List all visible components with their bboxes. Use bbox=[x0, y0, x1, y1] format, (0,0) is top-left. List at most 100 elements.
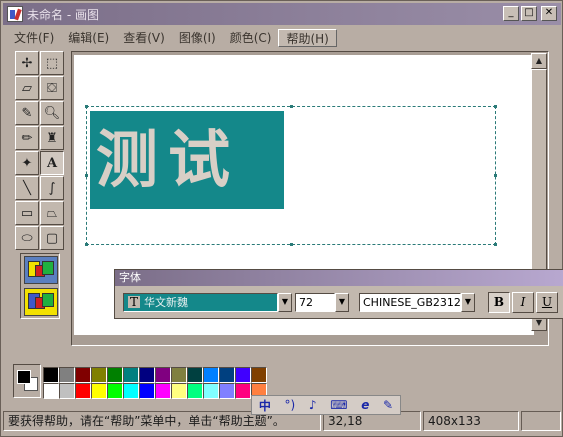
palette-swatch[interactable] bbox=[75, 383, 91, 399]
palette-swatch[interactable] bbox=[43, 367, 59, 383]
ime-toolbar[interactable]: 中 °) ♪ ⌨ e ✎ bbox=[251, 395, 401, 415]
font-name-value: 华文新魏 bbox=[144, 296, 188, 309]
ime-halfwidth-icon[interactable]: °) bbox=[285, 398, 296, 412]
menu-colors[interactable]: 颜色(C) bbox=[223, 29, 279, 47]
ime-mode-indicator[interactable]: 中 bbox=[259, 397, 271, 414]
resize-handle[interactable] bbox=[85, 174, 88, 177]
eraser-tool[interactable]: ▱ bbox=[15, 76, 39, 100]
palette-swatch[interactable] bbox=[171, 367, 187, 383]
color-palette bbox=[13, 364, 273, 400]
maximize-button[interactable]: □ bbox=[521, 6, 537, 21]
minimize-button[interactable]: _ bbox=[503, 6, 519, 21]
palette-swatch[interactable] bbox=[107, 383, 123, 399]
palette-swatch[interactable] bbox=[59, 383, 75, 399]
pencil-tool[interactable]: ✏ bbox=[15, 126, 39, 150]
palette-swatch[interactable] bbox=[75, 367, 91, 383]
palette-swatch[interactable] bbox=[203, 367, 219, 383]
charset-select[interactable]: CHINESE_GB2312 bbox=[359, 293, 461, 312]
polygon-tool[interactable]: ⏢ bbox=[40, 201, 64, 225]
underline-button[interactable]: U bbox=[536, 292, 558, 313]
foreground-color[interactable] bbox=[17, 370, 31, 384]
menu-view[interactable]: 查看(V) bbox=[116, 29, 172, 47]
palette-swatch[interactable] bbox=[187, 383, 203, 399]
title-bar[interactable]: 未命名 - 画图 _ □ ✕ bbox=[3, 3, 561, 25]
text-tool[interactable]: A bbox=[40, 151, 64, 175]
brush-tool[interactable]: ♜ bbox=[40, 126, 64, 150]
rectangle-icon: ▭ bbox=[20, 205, 34, 221]
palette-swatch[interactable] bbox=[235, 367, 251, 383]
palette-swatch[interactable] bbox=[251, 367, 267, 383]
palette-swatch[interactable] bbox=[171, 383, 187, 399]
palette-swatch[interactable] bbox=[219, 367, 235, 383]
palette-swatch[interactable] bbox=[235, 383, 251, 399]
transparent-background-option[interactable] bbox=[24, 288, 58, 316]
resize-handle[interactable] bbox=[494, 105, 497, 108]
menu-edit[interactable]: 编辑(E) bbox=[61, 29, 116, 47]
ime-punctuation-icon[interactable]: ♪ bbox=[309, 398, 317, 412]
italic-button[interactable]: I bbox=[512, 292, 534, 313]
pencil-icon: ✏ bbox=[21, 130, 33, 146]
font-name-select[interactable]: T 华文新魏 bbox=[123, 293, 278, 312]
toolbox: ✢ ⬚ ▱ ⛋ ✎ 🔍︎ ✏ ♜ ✦ A ╲ ∫ ▭ ⏢ ⬭ ▢ bbox=[13, 51, 67, 321]
rounded-rect-tool[interactable]: ▢ bbox=[40, 226, 64, 250]
palette-swatch[interactable] bbox=[123, 383, 139, 399]
palette-swatch[interactable] bbox=[123, 367, 139, 383]
brush-icon: ♜ bbox=[46, 130, 58, 146]
text-tool-icon: A bbox=[46, 155, 58, 171]
font-name-dropdown-arrow[interactable]: ▼ bbox=[278, 293, 292, 312]
font-toolbar[interactable]: 字体 T 华文新魏 ▼ 72 ▼ CHINESE_GB2312 ▼ B I U bbox=[114, 269, 563, 319]
palette-swatch[interactable] bbox=[91, 367, 107, 383]
palette-swatch[interactable] bbox=[43, 383, 59, 399]
rectangle-tool[interactable]: ▭ bbox=[15, 201, 39, 225]
status-size: 408x133 bbox=[423, 411, 519, 431]
font-size-dropdown-arrow[interactable]: ▼ bbox=[335, 293, 349, 312]
rect-select-tool[interactable]: ⬚ bbox=[40, 51, 64, 75]
ime-browser-icon[interactable]: e bbox=[361, 398, 369, 412]
font-size-value: 72 bbox=[299, 296, 313, 309]
menu-help[interactable]: 帮助(H) bbox=[278, 29, 337, 47]
opaque-background-option[interactable] bbox=[24, 256, 58, 284]
palette-swatch[interactable] bbox=[59, 367, 75, 383]
font-size-select[interactable]: 72 bbox=[295, 293, 335, 312]
line-tool[interactable]: ╲ bbox=[15, 176, 39, 200]
palette-swatch[interactable] bbox=[187, 367, 203, 383]
paint-app-icon[interactable] bbox=[7, 6, 23, 22]
bold-button[interactable]: B bbox=[488, 292, 510, 313]
palette-swatch[interactable] bbox=[155, 383, 171, 399]
palette-swatch[interactable] bbox=[219, 383, 235, 399]
charset-value: CHINESE_GB2312 bbox=[363, 296, 461, 309]
curve-tool[interactable]: ∫ bbox=[40, 176, 64, 200]
resize-handle[interactable] bbox=[85, 243, 88, 246]
resize-handle[interactable] bbox=[494, 243, 497, 246]
palette-swatch[interactable] bbox=[139, 383, 155, 399]
fill-tool[interactable]: ⛋ bbox=[40, 76, 64, 100]
airbrush-tool[interactable]: ✦ bbox=[15, 151, 39, 175]
menu-file[interactable]: 文件(F) bbox=[7, 29, 61, 47]
airbrush-icon: ✦ bbox=[21, 155, 33, 171]
menu-bar: 文件(F) 编辑(E) 查看(V) 图像(I) 颜色(C) 帮助(H) bbox=[3, 28, 561, 48]
ellipse-tool[interactable]: ⬭ bbox=[15, 226, 39, 250]
scroll-up-button[interactable]: ▲ bbox=[531, 53, 547, 69]
ime-settings-icon[interactable]: ✎ bbox=[383, 398, 393, 412]
free-select-tool[interactable]: ✢ bbox=[15, 51, 39, 75]
resize-handle[interactable] bbox=[290, 243, 293, 246]
rounded-rect-icon: ▢ bbox=[45, 230, 59, 246]
menu-image[interactable]: 图像(I) bbox=[172, 29, 223, 47]
magnifier-tool[interactable]: 🔍︎ bbox=[40, 101, 64, 125]
charset-dropdown-arrow[interactable]: ▼ bbox=[461, 293, 475, 312]
color-picker-tool[interactable]: ✎ bbox=[15, 101, 39, 125]
color-picker-icon: ✎ bbox=[21, 105, 33, 121]
palette-swatch[interactable] bbox=[91, 383, 107, 399]
canvas-text: 测试 bbox=[90, 111, 284, 209]
close-button[interactable]: ✕ bbox=[541, 6, 557, 21]
ime-keyboard-icon[interactable]: ⌨ bbox=[330, 398, 347, 412]
palette-swatch[interactable] bbox=[139, 367, 155, 383]
resize-handle[interactable] bbox=[494, 174, 497, 177]
palette-swatch[interactable] bbox=[107, 367, 123, 383]
palette-swatch[interactable] bbox=[155, 367, 171, 383]
palette-swatch[interactable] bbox=[203, 383, 219, 399]
rect-select-icon: ⬚ bbox=[45, 55, 59, 71]
resize-handle[interactable] bbox=[85, 105, 88, 108]
curve-icon: ∫ bbox=[48, 180, 56, 196]
resize-handle[interactable] bbox=[290, 105, 293, 108]
